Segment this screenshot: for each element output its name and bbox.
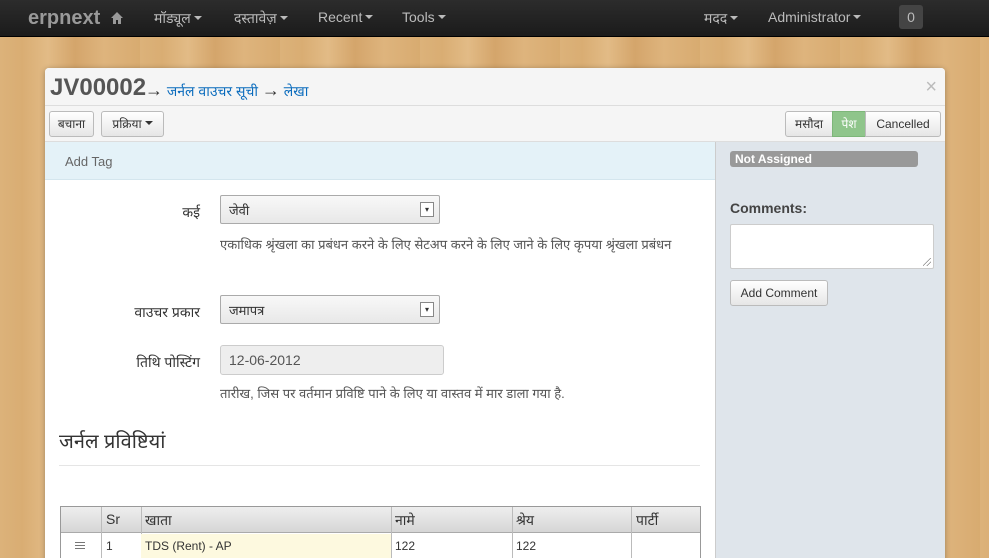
status-cancelled[interactable]: Cancelled	[865, 111, 941, 137]
close-icon[interactable]: ×	[925, 76, 937, 99]
notification-count-badge[interactable]: 0	[899, 5, 923, 29]
document-title: JV00002	[50, 74, 147, 101]
column-header-account: खाता	[145, 512, 172, 528]
document-sidebar: Not Assigned Comments: Add Comment	[715, 142, 945, 558]
menu-documents[interactable]: दस्तावेज़	[234, 9, 288, 28]
table-header: Sr खाता नामे श्रेय पार्टी	[61, 507, 700, 533]
document-panel: JV00002 → जर्नल वाउचर सूची → लेखा × बचान…	[45, 68, 945, 558]
caret-down-icon	[730, 16, 739, 20]
menu-recent[interactable]: Recent	[318, 9, 374, 25]
breadcrumb-arrow: →	[145, 80, 163, 100]
posting-date-input[interactable]: 12-06-2012	[220, 345, 444, 375]
column-header-debit: नामे	[395, 512, 415, 528]
home-icon[interactable]	[110, 11, 124, 25]
menu-recent-label: Recent	[318, 9, 363, 25]
row-credit[interactable]: 122	[516, 539, 536, 553]
tag-bar: Add Tag	[45, 142, 715, 180]
posting-date-help-text: तारीख, जिस पर वर्तमान प्रविष्टि पाने के …	[220, 386, 565, 401]
row-sr: 1	[106, 539, 113, 553]
series-select[interactable]: जेवी ▾	[220, 195, 440, 224]
row-account[interactable]: TDS (Rent) - AP	[145, 539, 232, 553]
breadcrumb-journal-voucher-list[interactable]: जर्नल वाउचर सूची	[167, 83, 258, 99]
top-navbar: erpnext मॉड्यूल दस्तावेज़ Recent Tools म…	[0, 0, 989, 37]
caret-down-icon	[144, 121, 153, 125]
section-divider	[59, 465, 700, 466]
menu-help[interactable]: मदद	[704, 9, 739, 28]
add-tag-link[interactable]: Add Tag	[65, 154, 112, 169]
actions-button[interactable]: प्रक्रिया	[101, 111, 164, 137]
brand-logo[interactable]: erpnext	[28, 7, 124, 30]
menu-documents-label: दस्तावेज़	[234, 10, 277, 26]
journal-entries-heading: जर्नल प्रविष्टियां	[59, 431, 166, 453]
caret-down-icon	[279, 16, 288, 20]
add-comment-button[interactable]: Add Comment	[730, 280, 828, 306]
caret-down-icon	[193, 16, 202, 20]
menu-tools[interactable]: Tools	[402, 9, 446, 25]
status-draft[interactable]: मसौदा	[785, 111, 833, 137]
column-divider	[512, 507, 513, 558]
menu-modules-label: मॉड्यूल	[154, 10, 191, 26]
column-header-credit: श्रेय	[516, 512, 535, 528]
breadcrumb: → जर्नल वाउचर सूची → लेखा	[145, 80, 308, 101]
comment-textarea[interactable]	[730, 224, 934, 269]
column-header-sr: Sr	[106, 511, 120, 527]
comments-label: Comments:	[730, 200, 808, 216]
select-arrow-icon: ▾	[420, 202, 434, 217]
column-divider	[631, 507, 632, 558]
drag-handle-icon[interactable]	[75, 542, 85, 551]
series-label: कई	[182, 204, 200, 220]
breadcrumb-arrow: →	[261, 80, 280, 100]
menu-modules[interactable]: मॉड्यूल	[154, 9, 202, 28]
voucher-type-select[interactable]: जमापत्र ▾	[220, 295, 440, 324]
caret-down-icon	[853, 15, 862, 19]
row-debit[interactable]: 122	[395, 539, 415, 553]
brand-name[interactable]: erpnext	[28, 7, 100, 29]
form-body: Add Tag कई जेवी ▾ एकाधिक श्रृंखला का प्र…	[45, 142, 715, 558]
assigned-to-badge[interactable]: Not Assigned	[730, 151, 918, 167]
column-header-party: पार्टी	[636, 512, 659, 528]
column-divider	[101, 507, 102, 558]
document-header: JV00002 → जर्नल वाउचर सूची → लेखा ×	[45, 68, 945, 106]
caret-down-icon	[437, 15, 446, 19]
journal-entries-table: Sr खाता नामे श्रेय पार्टी 1 TDS (Rent) -…	[60, 506, 701, 558]
breadcrumb-accounts[interactable]: लेखा	[284, 83, 309, 99]
save-button[interactable]: बचाना	[49, 111, 94, 137]
menu-help-label: मदद	[704, 10, 728, 26]
actions-button-label: प्रक्रिया	[112, 117, 142, 131]
posting-date-label: तिथि पोस्टिंग	[136, 354, 200, 370]
voucher-type-value: जमापत्र	[229, 303, 265, 318]
voucher-type-label: वाउचर प्रकार	[134, 304, 200, 320]
series-help-text: एकाधिक श्रृंखला का प्रबंधन करने के लिए स…	[220, 237, 672, 252]
menu-tools-label: Tools	[402, 9, 435, 25]
menu-user[interactable]: Administrator	[768, 9, 862, 25]
menu-user-label: Administrator	[768, 9, 851, 25]
caret-down-icon	[365, 15, 374, 19]
status-submitted[interactable]: पेश	[832, 111, 866, 137]
select-arrow-icon: ▾	[420, 302, 434, 317]
series-value: जेवी	[229, 203, 250, 218]
column-divider	[391, 507, 392, 558]
resize-grip-icon[interactable]	[923, 258, 931, 266]
document-toolbar: बचाना प्रक्रिया मसौदा पेश Cancelled	[45, 106, 945, 142]
